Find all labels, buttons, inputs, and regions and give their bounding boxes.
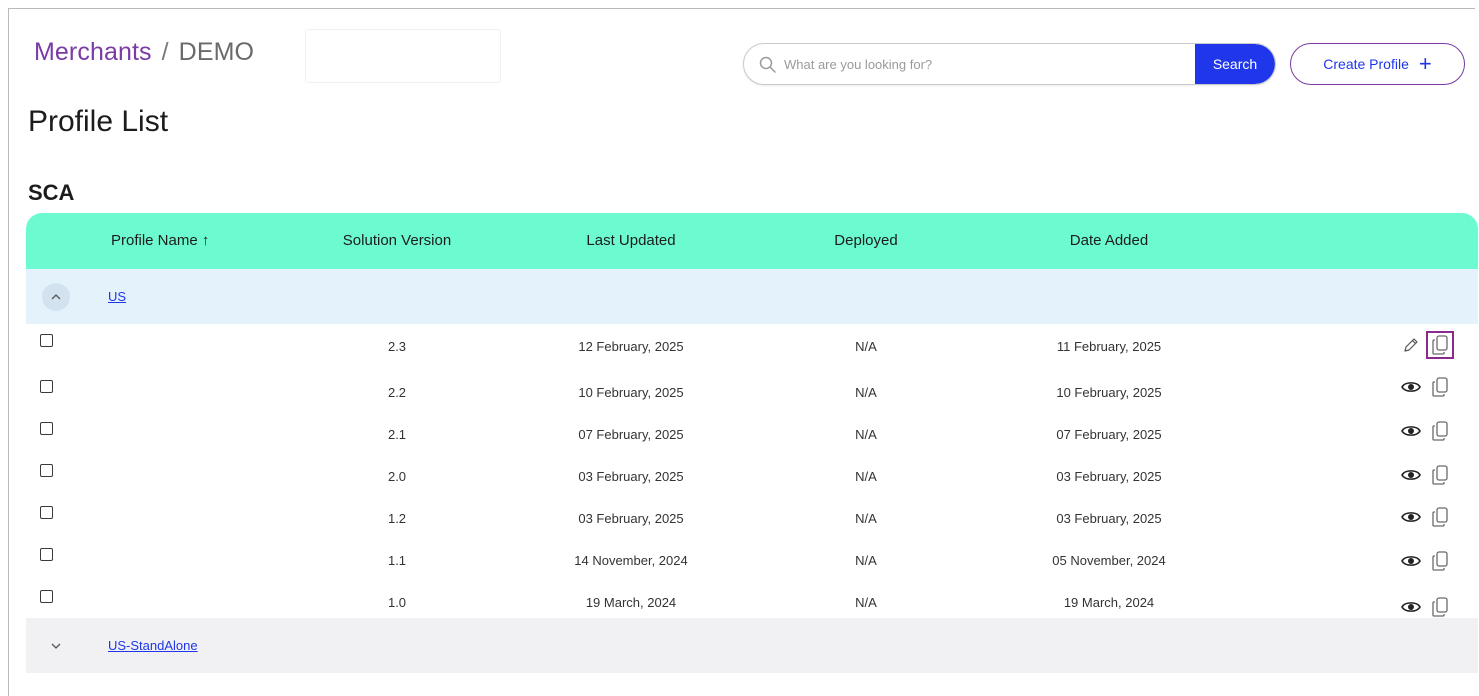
cell-deployed: N/A bbox=[855, 595, 877, 610]
column-header-deployed[interactable]: Deployed bbox=[834, 213, 897, 269]
group-link-us-standalone[interactable]: US-StandAlone bbox=[108, 638, 198, 653]
profile-table: Profile Name ↑ Solution Version Last Upd… bbox=[26, 213, 1478, 673]
row-checkbox[interactable] bbox=[40, 464, 53, 477]
cell-version: 1.2 bbox=[387, 511, 407, 526]
column-header-date-added[interactable]: Date Added bbox=[1070, 213, 1148, 269]
sort-ascending-icon: ↑ bbox=[201, 232, 210, 249]
table-row: 2.3 12 February, 2025 N/A 11 February, 2025 bbox=[26, 324, 1478, 366]
cell-date-added: 11 February, 2025 bbox=[1056, 339, 1162, 354]
page-title: Profile List bbox=[28, 105, 169, 138]
create-profile-label: Create Profile bbox=[1323, 56, 1409, 72]
table-row: 2.1 07 February, 2025 N/A 07 February, 2025 bbox=[26, 408, 1478, 450]
group-link-us[interactable]: US bbox=[108, 289, 126, 304]
cell-version: 2.3 bbox=[387, 339, 407, 354]
view-icon[interactable] bbox=[1400, 506, 1422, 528]
row-checkbox[interactable] bbox=[40, 590, 53, 603]
chevron-up-icon bbox=[51, 294, 61, 300]
view-icon[interactable] bbox=[1400, 376, 1422, 398]
table-row: 2.0 03 February, 2025 N/A 03 February, 2025 bbox=[26, 450, 1478, 492]
table-row: 1.1 14 November, 2024 N/A 05 November, 2024 bbox=[26, 534, 1478, 576]
row-checkbox[interactable] bbox=[40, 506, 53, 519]
column-header-profile-name[interactable]: Profile Name ↑ bbox=[111, 213, 209, 269]
group-row-us: US bbox=[26, 269, 1478, 324]
breadcrumb-merchants-link[interactable]: Merchants bbox=[34, 38, 152, 66]
cell-deployed: N/A bbox=[855, 427, 877, 442]
cell-date-added: 10 February, 2025 bbox=[1056, 385, 1162, 400]
copy-icon[interactable] bbox=[1426, 331, 1454, 359]
cell-version: 2.2 bbox=[387, 385, 407, 400]
cell-last-updated: 19 March, 2024 bbox=[585, 595, 677, 610]
table-row: 2.2 10 February, 2025 N/A 10 February, 2025 bbox=[26, 366, 1478, 408]
column-header-last-updated[interactable]: Last Updated bbox=[586, 213, 675, 269]
create-profile-button[interactable]: Create Profile + bbox=[1290, 43, 1465, 85]
copy-icon[interactable] bbox=[1429, 506, 1451, 528]
breadcrumb-current: DEMO bbox=[178, 38, 255, 66]
edit-icon[interactable] bbox=[1400, 334, 1422, 356]
search-icon bbox=[759, 56, 776, 73]
cell-last-updated: 03 February, 2025 bbox=[578, 511, 684, 526]
copy-icon[interactable] bbox=[1429, 376, 1451, 398]
cell-version: 1.1 bbox=[387, 553, 407, 568]
search-input[interactable] bbox=[784, 44, 1194, 84]
cell-version: 2.1 bbox=[387, 427, 407, 442]
cell-last-updated: 07 February, 2025 bbox=[578, 427, 684, 442]
cell-last-updated: 12 February, 2025 bbox=[578, 339, 684, 354]
view-icon[interactable] bbox=[1400, 596, 1422, 618]
row-checkbox[interactable] bbox=[40, 334, 53, 347]
table-row: 1.0 19 March, 2024 N/A 19 March, 2024 bbox=[26, 576, 1478, 618]
cell-date-added: 03 February, 2025 bbox=[1056, 469, 1162, 484]
collapse-group-button[interactable] bbox=[42, 283, 70, 311]
merchant-name-field[interactable] bbox=[305, 29, 501, 83]
view-icon[interactable] bbox=[1400, 464, 1422, 486]
profile-name-header-label: Profile Name bbox=[111, 232, 198, 249]
cell-last-updated: 03 February, 2025 bbox=[578, 469, 684, 484]
table-header: Profile Name ↑ Solution Version Last Upd… bbox=[26, 213, 1478, 269]
plus-icon: + bbox=[1418, 51, 1432, 76]
view-icon[interactable] bbox=[1400, 420, 1422, 442]
group-row-us-standalone: US-StandAlone bbox=[26, 618, 1478, 673]
row-checkbox[interactable] bbox=[40, 548, 53, 561]
cell-version: 2.0 bbox=[387, 469, 407, 484]
cell-version: 1.0 bbox=[387, 595, 407, 610]
breadcrumb-separator: / bbox=[161, 38, 169, 66]
profile-rows: 2.3 12 February, 2025 N/A 11 February, 2025… bbox=[26, 324, 1478, 618]
cell-last-updated: 14 November, 2024 bbox=[574, 553, 688, 568]
table-row: 1.2 03 February, 2025 N/A 03 February, 2025 bbox=[26, 492, 1478, 534]
cell-deployed: N/A bbox=[855, 553, 877, 568]
cell-date-added: 19 March, 2024 bbox=[1063, 595, 1155, 610]
chevron-down-icon bbox=[51, 643, 61, 649]
copy-icon[interactable] bbox=[1429, 550, 1451, 572]
copy-icon[interactable] bbox=[1429, 464, 1451, 486]
search-button[interactable]: Search bbox=[1195, 44, 1275, 84]
cell-deployed: N/A bbox=[855, 339, 877, 354]
copy-icon[interactable] bbox=[1429, 596, 1451, 618]
cell-deployed: N/A bbox=[855, 469, 877, 484]
cell-deployed: N/A bbox=[855, 385, 877, 400]
expand-group-button[interactable] bbox=[42, 632, 70, 660]
cell-date-added: 05 November, 2024 bbox=[1052, 553, 1166, 568]
cell-last-updated: 10 February, 2025 bbox=[578, 385, 684, 400]
cell-deployed: N/A bbox=[855, 511, 877, 526]
cell-date-added: 07 February, 2025 bbox=[1056, 427, 1162, 442]
search-bar: Search bbox=[743, 43, 1276, 85]
view-icon[interactable] bbox=[1400, 550, 1422, 572]
column-header-solution-version[interactable]: Solution Version bbox=[343, 213, 451, 269]
copy-icon[interactable] bbox=[1429, 420, 1451, 442]
breadcrumb: Merchants / DEMO bbox=[34, 38, 254, 67]
cell-date-added: 03 February, 2025 bbox=[1056, 511, 1162, 526]
section-title: SCA bbox=[28, 180, 75, 205]
row-checkbox[interactable] bbox=[40, 422, 53, 435]
row-checkbox[interactable] bbox=[40, 380, 53, 393]
